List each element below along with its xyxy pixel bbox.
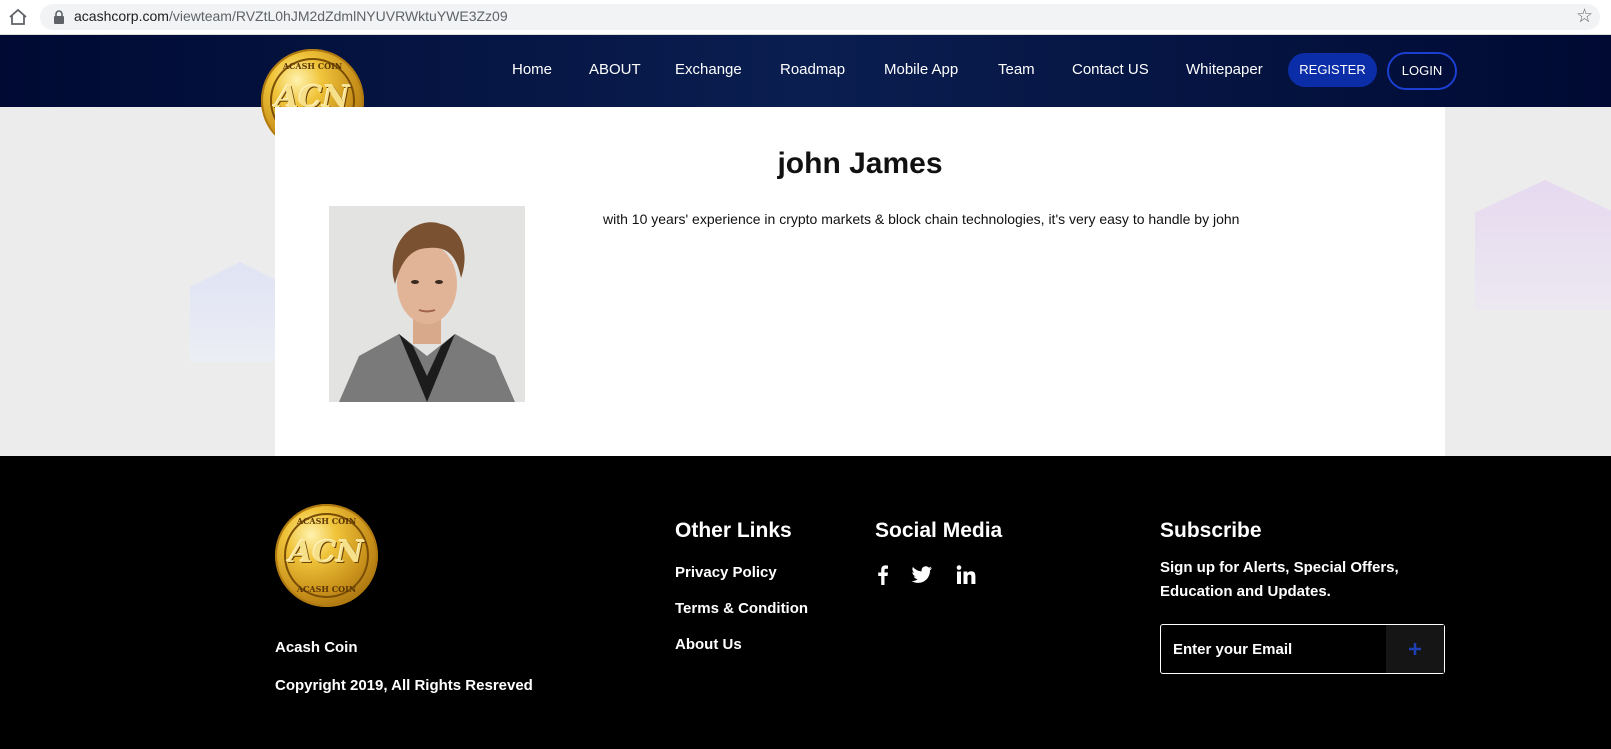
- twitter-icon[interactable]: [911, 564, 933, 586]
- star-icon[interactable]: ☆: [1576, 7, 1593, 26]
- nav-link-roadmap[interactable]: Roadmap: [780, 61, 845, 78]
- lock-icon[interactable]: [53, 10, 65, 24]
- email-input[interactable]: [1161, 625, 1386, 673]
- nav-link-exchange[interactable]: Exchange: [675, 61, 742, 78]
- facebook-icon[interactable]: [872, 564, 894, 586]
- register-button[interactable]: REGISTER: [1288, 53, 1377, 87]
- url-domain: acashcorp.com: [74, 8, 169, 24]
- subscribe-description: Sign up for Alerts, Special Offers, Educ…: [1160, 559, 1399, 600]
- url-text[interactable]: acashcorp.com/viewteam/RVZtL0hJM2dZdmlNY…: [74, 8, 508, 24]
- nav-link-team[interactable]: Team: [998, 61, 1035, 78]
- member-name: john James: [777, 147, 943, 180]
- footer-link-privacy-policy[interactable]: Privacy Policy: [675, 564, 777, 581]
- decorative-hexagon-right: [1475, 180, 1611, 310]
- subscribe-heading: Subscribe: [1160, 519, 1262, 542]
- login-button[interactable]: LOGIN: [1387, 52, 1457, 90]
- home-icon[interactable]: [8, 8, 28, 26]
- footer-link-about-us[interactable]: About Us: [675, 636, 742, 653]
- browser-toolbar: acashcorp.com/viewteam/RVZtL0hJM2dZdmlNY…: [0, 0, 1611, 35]
- footer-logo[interactable]: ACASH COIN ACN ACASH COIN: [275, 504, 378, 607]
- member-portrait-image: [329, 206, 525, 402]
- footer-logo-bottom-text: ACASH COIN: [296, 584, 357, 594]
- url-path: /viewteam/RVZtL0hJM2dZdmlNYUVRWktuYWE3Zz…: [168, 8, 508, 24]
- social-media-heading: Social Media: [875, 519, 1003, 542]
- footer-brand-name: Acash Coin: [275, 639, 358, 656]
- site-footer: ACASH COIN ACN ACASH COIN Acash Coin Cop…: [0, 456, 1611, 749]
- nav-link-whitepaper[interactable]: Whitepaper: [1186, 61, 1263, 78]
- nav-link-home[interactable]: Home: [512, 61, 552, 78]
- linkedin-icon[interactable]: [955, 564, 977, 586]
- member-photo: [329, 206, 525, 402]
- send-icon: [1409, 643, 1421, 655]
- subscribe-form: [1160, 624, 1445, 674]
- nav-link-about[interactable]: ABOUT: [589, 61, 641, 78]
- nav-link-contact-us[interactable]: Contact US: [1072, 61, 1149, 78]
- team-member-card: john James with 10 years' experience in …: [275, 107, 1445, 456]
- subscribe-submit-button[interactable]: [1386, 625, 1444, 673]
- footer-copyright: Copyright 2019, All Rights Resreved: [275, 677, 533, 694]
- nav-link-mobile-app[interactable]: Mobile App: [884, 61, 958, 78]
- site-navbar: Home ABOUT Exchange Roadmap Mobile App T…: [0, 35, 1611, 107]
- member-bio: with 10 years' experience in crypto mark…: [603, 211, 1240, 227]
- logo-top-text: ACASH COIN: [282, 61, 343, 71]
- other-links-heading: Other Links: [675, 519, 792, 542]
- footer-logo-top-text: ACASH COIN: [296, 516, 357, 526]
- footer-link-terms-condition[interactable]: Terms & Condition: [675, 600, 808, 617]
- footer-logo-mark: ACN: [289, 535, 364, 570]
